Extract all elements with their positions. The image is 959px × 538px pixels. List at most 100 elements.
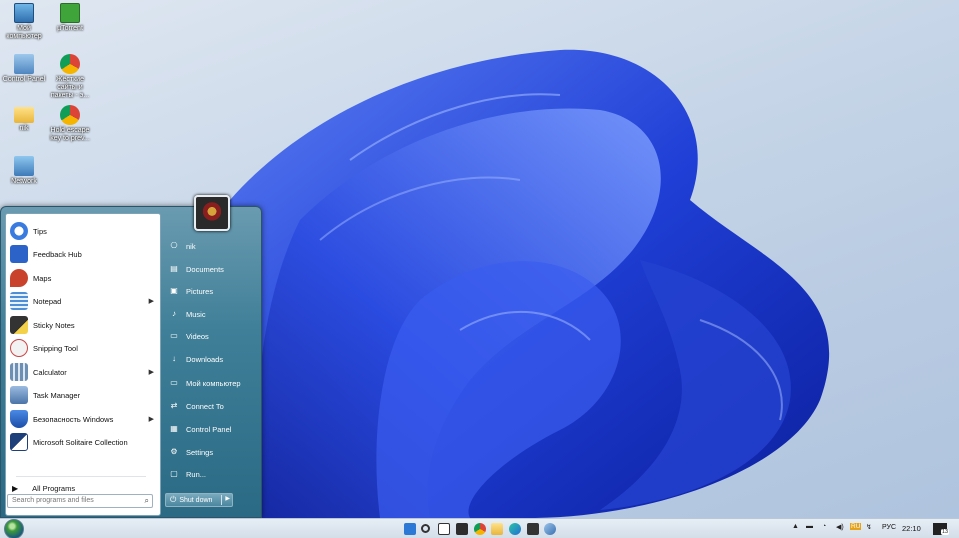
- maps-icon: [10, 269, 28, 287]
- battery-icon[interactable]: ▬: [806, 523, 813, 530]
- start-item-label: Безопасность Windows: [33, 414, 114, 424]
- start-button[interactable]: [4, 519, 24, 538]
- start-item-label: Notepad: [33, 296, 62, 306]
- start-item-label: Snipping Tool: [33, 343, 78, 353]
- place-item-videos[interactable]: ▭ Videos: [165, 326, 259, 346]
- solitaire-icon: [10, 433, 28, 451]
- place-item-label: Documents: [186, 264, 224, 274]
- desktop-icon-label: Network: [11, 178, 37, 185]
- taskbar-clock[interactable]: 22:10: [902, 524, 921, 533]
- shutdown-button[interactable]: ⏻ Shut down ▶: [165, 493, 233, 507]
- sticky-notes-icon: [10, 316, 28, 334]
- desktop-icon-nik-folder[interactable]: nik: [0, 105, 48, 133]
- start-item-solitaire[interactable]: Microsoft Solitaire Collection: [8, 431, 160, 453]
- start-item-label: Feedback Hub: [33, 249, 82, 259]
- notification-count: 13: [941, 529, 950, 535]
- start-item-notepad[interactable]: Notepad ▶: [8, 290, 160, 312]
- start-menu: Tips Feedback Hub Maps Notepad ▶ Sticky …: [0, 195, 262, 518]
- place-item-label: Run...: [186, 469, 207, 479]
- search-icon[interactable]: [421, 524, 430, 533]
- place-item-label: Control Panel: [186, 424, 232, 434]
- search-placeholder: Search programs and files: [12, 497, 94, 504]
- start-item-task-manager[interactable]: Task Manager: [8, 384, 160, 406]
- notepad-icon: [10, 292, 28, 310]
- desktop-icon-computer[interactable]: Мой компьютер: [0, 3, 48, 41]
- chrome-icon[interactable]: [474, 523, 486, 535]
- shutdown-separator: [221, 495, 222, 505]
- start-search-input[interactable]: Search programs and files ⌕: [7, 494, 153, 508]
- place-item-settings[interactable]: ⚙ Settings: [165, 442, 259, 462]
- network-status-icon[interactable]: ↯: [866, 523, 872, 531]
- audio-icon[interactable]: ◀): [836, 523, 844, 531]
- utorrent-icon: [60, 3, 80, 23]
- desktop-icon-chrome-shortcut-1[interactable]: Жёсткие сайты и пакеты - э...: [46, 54, 94, 100]
- place-item-documents[interactable]: ▤ Documents: [165, 259, 259, 279]
- start-item-calculator[interactable]: Calculator ▶: [8, 361, 160, 383]
- start-item-label: Microsoft Solitaire Collection: [33, 437, 128, 447]
- start-item-label: Calculator: [33, 367, 67, 377]
- chrome-shortcut-icon: [60, 105, 80, 125]
- network-icon: [14, 156, 34, 176]
- snipping-tool-icon: [10, 339, 28, 357]
- place-item-connect-to[interactable]: ⇄ Connect To: [165, 396, 259, 416]
- user-avatar[interactable]: [194, 195, 230, 231]
- edge-icon[interactable]: [509, 523, 521, 535]
- submenu-arrow-icon: ▶: [148, 416, 154, 423]
- store-icon[interactable]: [527, 523, 539, 535]
- calculator-icon: [10, 363, 28, 381]
- tray-overflow-icon[interactable]: ▲: [792, 523, 799, 530]
- desktop-icon-network[interactable]: Network: [0, 156, 48, 186]
- start-item-label: Tips: [33, 226, 47, 236]
- start-item-snipping-tool[interactable]: Snipping Tool: [8, 337, 160, 359]
- computer-icon: [14, 3, 34, 23]
- place-item-label: Connect To: [186, 401, 224, 411]
- control-panel-icon: [14, 54, 34, 74]
- music-icon: ♪: [172, 309, 176, 318]
- place-item-downloads[interactable]: ↓ Downloads: [165, 349, 259, 369]
- start-item-windows-security[interactable]: Безопасность Windows ▶: [8, 408, 160, 430]
- place-item-label: nik: [186, 241, 196, 251]
- place-item-label: Videos: [186, 331, 209, 341]
- chrome-shortcut-icon: [60, 54, 80, 74]
- desktop-icon-utorrent[interactable]: µTorrent: [46, 3, 94, 33]
- desktop-icon-label: Жёсткие сайты и пакеты - э...: [50, 76, 90, 99]
- all-programs-label: All Programs: [32, 484, 76, 493]
- all-programs-button[interactable]: ▶ All Programs: [12, 484, 75, 493]
- app-icon[interactable]: [544, 523, 556, 535]
- shutdown-options-icon[interactable]: ▶: [225, 495, 230, 502]
- input-language[interactable]: РУС: [882, 524, 896, 531]
- place-item-run[interactable]: ▢ Run...: [165, 464, 259, 484]
- start-menu-programs-pane: Tips Feedback Hub Maps Notepad ▶ Sticky …: [5, 213, 161, 516]
- place-item-label: Downloads: [186, 354, 224, 364]
- start-item-label: Maps: [33, 273, 52, 283]
- place-item-label: Мой компьютер: [186, 378, 241, 388]
- language-badge[interactable]: RU: [850, 523, 862, 530]
- place-item-computer[interactable]: ▭ Мой компьютер: [165, 373, 259, 393]
- shutdown-label: Shut down: [179, 496, 213, 504]
- search-icon: ⌕: [144, 496, 149, 505]
- windows-security-icon: [10, 410, 28, 428]
- task-view-icon[interactable]: [438, 523, 450, 535]
- place-item-music[interactable]: ♪ Music: [165, 304, 259, 324]
- desktop-icon-chrome-shortcut-2[interactable]: Hold escape key to prev...: [46, 105, 94, 143]
- wifi-icon[interactable]: ◔: [822, 523, 826, 530]
- start-item-tips[interactable]: Tips: [8, 220, 160, 242]
- computer-icon: ▭: [170, 378, 178, 387]
- desktop-icon-control-panel[interactable]: Control Panel: [0, 54, 48, 84]
- pictures-icon: ▣: [170, 286, 178, 295]
- videos-icon: ▭: [170, 331, 178, 340]
- place-item-control-panel[interactable]: ▦ Control Panel: [165, 419, 259, 439]
- start-item-feedback-hub[interactable]: Feedback Hub: [8, 243, 160, 265]
- place-item-nik[interactable]: ⎔ nik: [165, 236, 259, 256]
- windows-start-icon[interactable]: [404, 523, 416, 535]
- start-menu-divider: [16, 476, 146, 477]
- feedback-hub-icon: [10, 245, 28, 263]
- start-item-sticky-notes[interactable]: Sticky Notes: [8, 314, 160, 336]
- taskbar-app-icon[interactable]: [456, 523, 468, 535]
- settings-icon: ⚙: [170, 447, 178, 456]
- place-item-pictures[interactable]: ▣ Pictures: [165, 281, 259, 301]
- start-item-label: Sticky Notes: [33, 320, 75, 330]
- file-explorer-icon[interactable]: [491, 523, 503, 535]
- start-item-maps[interactable]: Maps: [8, 267, 160, 289]
- submenu-arrow-icon: ▶: [148, 298, 154, 305]
